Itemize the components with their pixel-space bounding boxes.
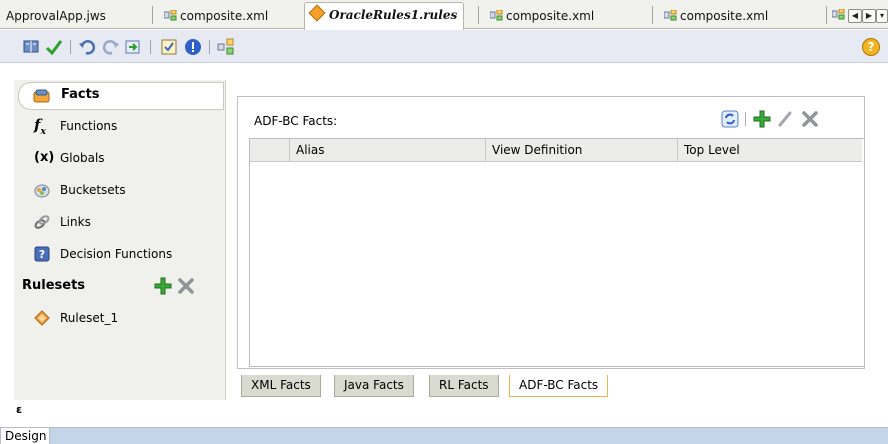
column-header-view-definition[interactable]: View Definition xyxy=(486,139,678,161)
nav-label-ruleset-1: Ruleset_1 xyxy=(60,311,119,325)
tab-label: composite.xml xyxy=(506,9,595,23)
nav-label-globals: Globals xyxy=(60,151,105,165)
tab-label: composite.xml xyxy=(180,9,269,23)
tab-java-facts[interactable]: Java Facts xyxy=(334,375,414,397)
redo-icon[interactable] xyxy=(102,38,120,56)
facts-table-header: Alias View Definition Top Level xyxy=(250,139,862,162)
composite-link-icon[interactable] xyxy=(217,38,235,56)
composite-icon xyxy=(664,10,677,21)
nav-item-links[interactable]: Links xyxy=(14,208,226,236)
delete-ruleset-icon[interactable] xyxy=(178,278,194,294)
rulesets-title: Rulesets xyxy=(22,278,86,293)
function-icon: fx xyxy=(34,116,46,137)
tab-xml-facts[interactable]: XML Facts xyxy=(241,375,321,397)
tab-oraclerules1-rules[interactable]: OracleRules1.rules xyxy=(304,2,465,30)
import-icon[interactable] xyxy=(124,38,142,56)
row-header-column xyxy=(250,139,290,161)
nav-item-ruleset-1[interactable]: Ruleset_1 xyxy=(14,304,226,332)
facts-table: Alias View Definition Top Level xyxy=(249,138,865,367)
composite-icon xyxy=(164,10,177,21)
delete-fact-icon[interactable] xyxy=(801,110,819,128)
link-chain-icon xyxy=(34,215,50,229)
adf-bc-facts-panel: ADF-BC Facts: Alias View Definition Top … xyxy=(237,96,865,369)
nav-item-facts[interactable]: Facts xyxy=(18,82,224,110)
rules-navigator: Facts fx Functions (x) Globals Bucketset… xyxy=(14,80,226,400)
collapse-panel-icon[interactable]: ε xyxy=(16,403,22,416)
panel-title: ADF-BC Facts: xyxy=(254,114,338,128)
nav-item-decision-functions[interactable]: ? Decision Functions xyxy=(14,240,226,268)
toolbar-divider xyxy=(70,40,71,54)
rules-icon xyxy=(308,4,326,22)
column-header-top-level[interactable]: Top Level xyxy=(678,139,862,161)
toolbar-divider xyxy=(745,112,746,126)
nav-item-functions[interactable]: fx Functions xyxy=(14,112,226,140)
nav-label-links: Links xyxy=(60,215,91,229)
nav-label-functions: Functions xyxy=(60,119,118,133)
rules-toolbar: ? xyxy=(0,30,888,63)
add-fact-icon[interactable] xyxy=(753,110,771,128)
validate-check-icon[interactable] xyxy=(45,38,63,56)
composite-icon xyxy=(490,10,503,21)
scroll-right-icon[interactable]: ▶ xyxy=(862,9,876,23)
tab-approvalapp-jws[interactable]: ApprovalApp.jws xyxy=(0,6,112,26)
add-ruleset-icon[interactable] xyxy=(154,277,172,295)
editor-bottom-bar xyxy=(50,427,888,444)
help-icon[interactable]: ? xyxy=(862,38,880,56)
tab-divider xyxy=(652,6,653,24)
globals-icon: (x) xyxy=(34,150,55,165)
refresh-facts-icon[interactable] xyxy=(721,110,739,128)
nav-label-facts: Facts xyxy=(61,87,100,102)
editor-tab-strip: ApprovalApp.jws composite.xml OracleRule… xyxy=(0,0,888,30)
edit-fact-icon[interactable] xyxy=(777,110,795,128)
tab-divider xyxy=(826,6,827,24)
tab-composite-xml-1[interactable]: composite.xml xyxy=(158,6,274,26)
decision-function-icon: ? xyxy=(34,246,50,262)
nav-label-decision-functions: Decision Functions xyxy=(60,247,173,261)
tab-label: OracleRules1.rules xyxy=(329,8,458,22)
facts-icon xyxy=(33,89,50,103)
tab-adf-bc-facts[interactable]: ADF-BC Facts xyxy=(509,375,609,397)
tab-label: ApprovalApp.jws xyxy=(6,9,106,23)
scroll-left-icon[interactable]: ◀ xyxy=(848,9,862,23)
info-alert-icon[interactable] xyxy=(184,38,202,56)
undo-icon[interactable] xyxy=(78,38,96,56)
rulesets-header: Rulesets xyxy=(14,272,226,300)
bucketset-icon xyxy=(34,184,50,198)
book-icon[interactable] xyxy=(22,38,40,56)
tab-label: composite.xml xyxy=(680,9,769,23)
toolbar-divider xyxy=(209,40,210,54)
nav-item-globals[interactable]: (x) Globals xyxy=(14,144,226,172)
tab-composite-xml-2[interactable]: composite.xml xyxy=(484,6,600,26)
tab-rl-facts[interactable]: RL Facts xyxy=(429,375,499,397)
nav-label-bucketsets: Bucketsets xyxy=(60,183,126,197)
checklist-icon[interactable] xyxy=(160,38,178,56)
tab-composite-xml-3[interactable]: composite.xml xyxy=(658,6,774,26)
composite-icon[interactable] xyxy=(832,9,846,21)
nav-item-bucketsets[interactable]: Bucketsets xyxy=(14,176,226,204)
design-tab[interactable]: Design xyxy=(0,427,50,444)
ruleset-icon xyxy=(34,310,50,326)
tab-divider xyxy=(152,6,153,24)
column-header-alias[interactable]: Alias xyxy=(290,139,486,161)
svg-text:?: ? xyxy=(39,248,45,261)
toolbar-divider xyxy=(150,40,151,54)
tab-list-dropdown-icon[interactable]: ▾ xyxy=(876,9,888,23)
tab-divider xyxy=(478,6,479,24)
